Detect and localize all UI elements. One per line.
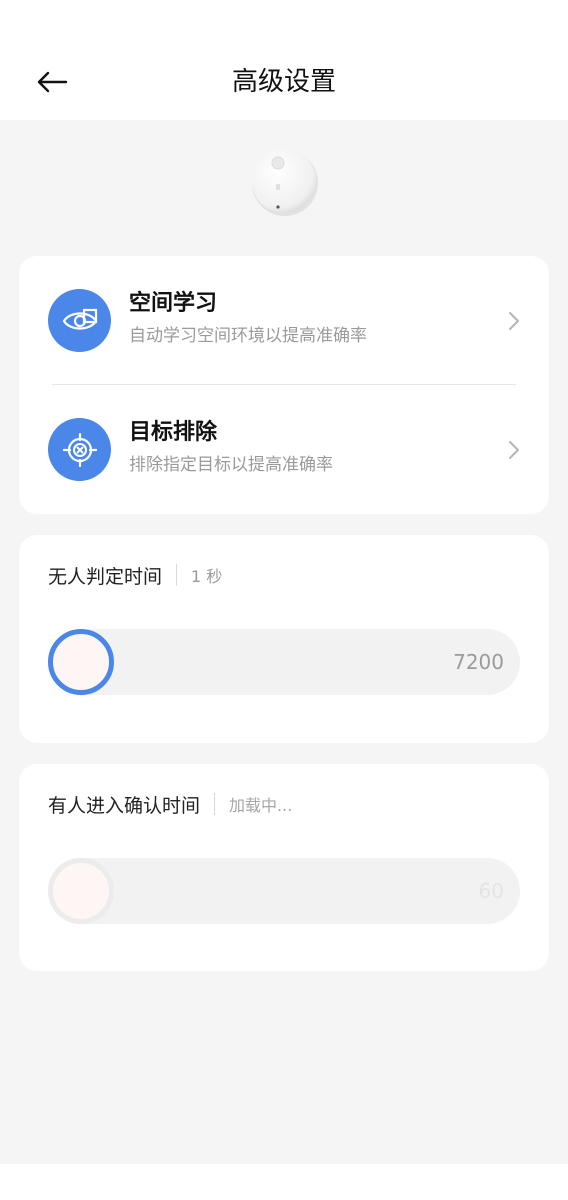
target-exclude-icon <box>48 418 111 481</box>
no-person-time-card: 无人判定时间 1 秒 7200 <box>19 535 549 743</box>
person-enter-time-slider[interactable]: 60 <box>48 858 520 924</box>
header: 高级设置 <box>0 0 568 120</box>
separator <box>214 793 216 815</box>
feature-card: 空间学习 自动学习空间环境以提高准确率 目标排除 排除指定目标以提高准确率 <box>19 256 549 514</box>
menu-item-target-exclude[interactable]: 目标排除 排除指定目标以提高准确率 <box>19 385 549 513</box>
menu-item-title: 目标排除 <box>129 420 218 445</box>
bottom-bar <box>0 1164 568 1200</box>
no-person-time-slider[interactable]: 7200 <box>48 629 520 695</box>
slider-thumb[interactable] <box>48 629 114 695</box>
menu-item-subtitle: 排除指定目标以提高准确率 <box>129 455 333 475</box>
chevron-right-icon <box>505 438 523 462</box>
chevron-right-icon <box>505 309 523 333</box>
separator <box>176 564 178 586</box>
slider-header: 有人进入确认时间 加载中... <box>48 790 292 818</box>
slider-value: 1 秒 <box>191 567 223 586</box>
page-title: 高级设置 <box>231 67 336 97</box>
device-image <box>249 146 321 218</box>
slider-label: 有人进入确认时间 <box>48 794 201 817</box>
slider-header: 无人判定时间 1 秒 <box>48 561 222 589</box>
eye-scan-icon <box>48 289 111 352</box>
slider-max-label: 60 <box>478 879 504 903</box>
slider-value: 加载中... <box>229 796 293 815</box>
slider-max-label: 7200 <box>453 650 504 674</box>
slider-label: 无人判定时间 <box>48 565 163 588</box>
menu-item-space-learning[interactable]: 空间学习 自动学习空间环境以提高准确率 <box>19 256 549 384</box>
person-enter-time-card: 有人进入确认时间 加载中... 60 <box>19 764 549 971</box>
slider-thumb[interactable] <box>48 858 114 924</box>
menu-item-subtitle: 自动学习空间环境以提高准确率 <box>129 326 367 346</box>
menu-item-title: 空间学习 <box>129 291 218 316</box>
